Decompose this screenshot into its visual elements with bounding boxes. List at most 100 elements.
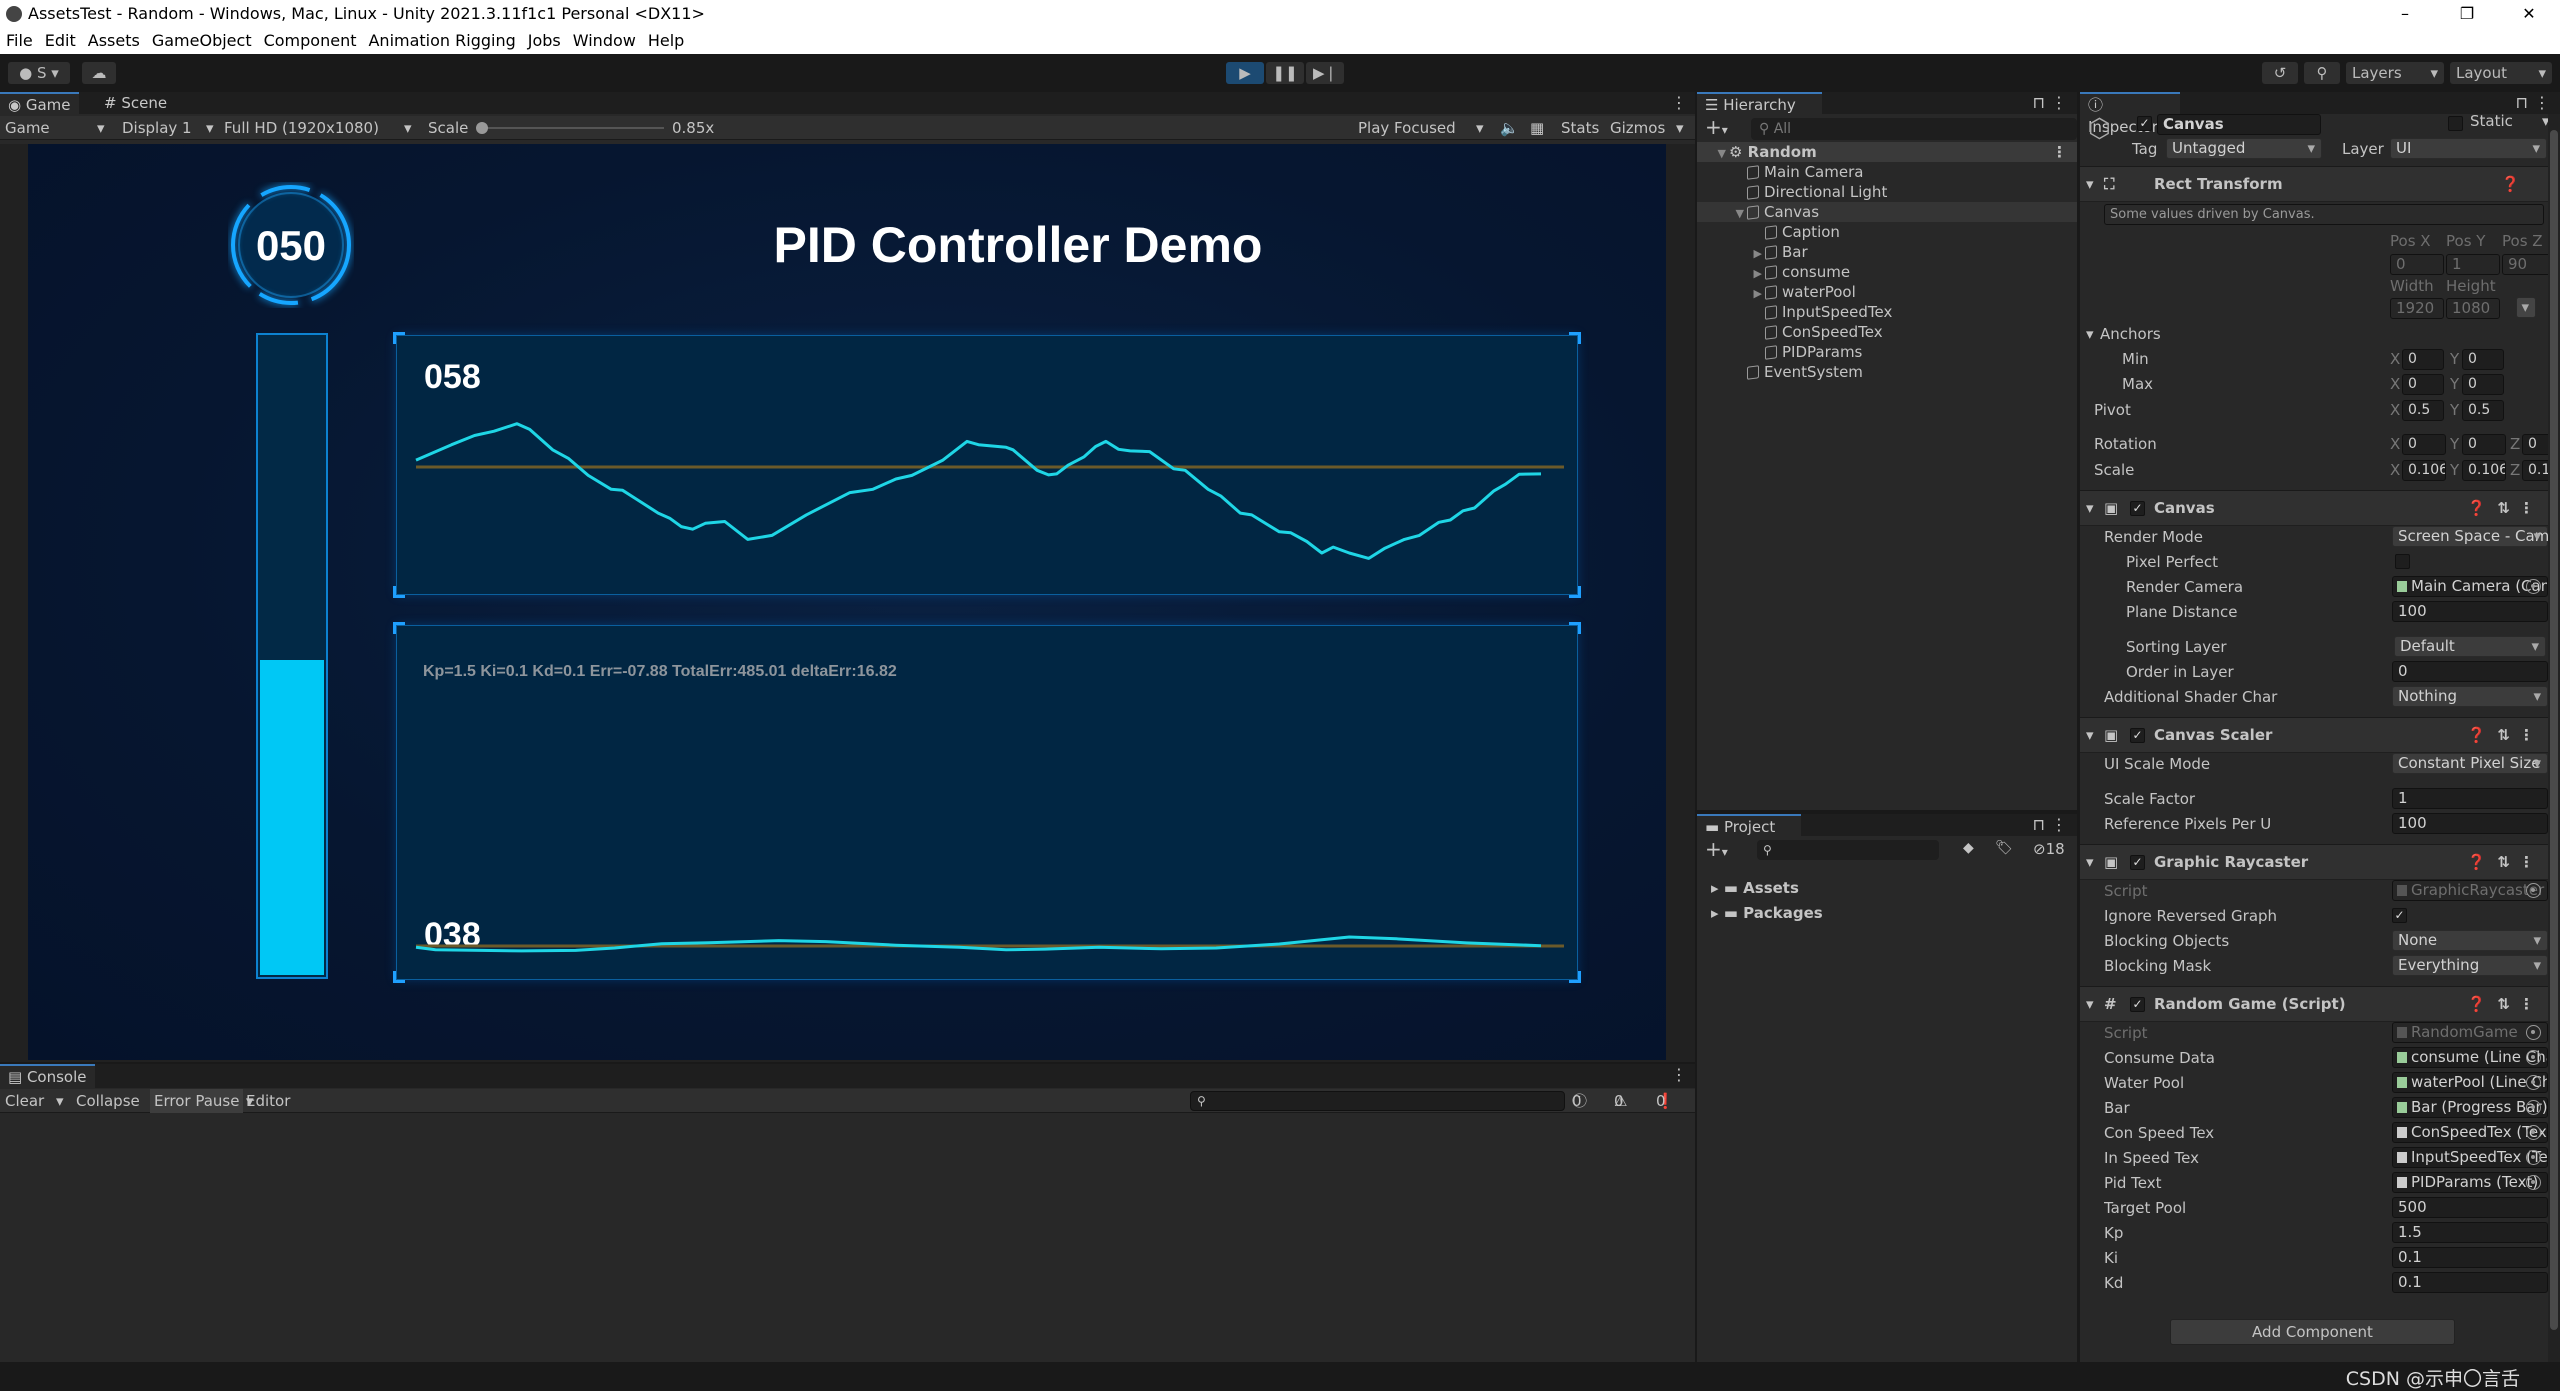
- object-picker-icon[interactable]: [2526, 1050, 2541, 1065]
- filter-by-type-icon[interactable]: ◆: [1963, 840, 1974, 856]
- tab-hierarchy[interactable]: ☰ Hierarchy: [1697, 92, 1822, 114]
- scale-field[interactable]: 0.10691: [2402, 460, 2446, 481]
- expand-arrow-icon[interactable]: ▶: [1697, 264, 1765, 284]
- collapse-button[interactable]: Collapse: [76, 1089, 140, 1113]
- cloud-button[interactable]: ☁: [82, 62, 116, 84]
- hidden-packages-toggle[interactable]: ⊘18: [2033, 840, 2065, 858]
- object-picker-icon[interactable]: [2526, 579, 2541, 594]
- max-field[interactable]: 0: [2462, 374, 2504, 395]
- max-field[interactable]: 0: [2402, 374, 2444, 395]
- menu-jobs[interactable]: Jobs: [528, 31, 561, 50]
- menu-file[interactable]: File: [6, 31, 33, 50]
- more-options-icon[interactable]: ⋮: [1671, 92, 1687, 114]
- pivot-field[interactable]: 0.5: [2462, 400, 2504, 421]
- create-asset-button[interactable]: +▾: [1705, 838, 1728, 863]
- object-picker-icon[interactable]: [2526, 1100, 2541, 1115]
- object-field[interactable]: waterPool (Line Chart): [2392, 1072, 2548, 1093]
- project-folder-assets[interactable]: ▸ ▬ Assets: [1697, 878, 2077, 898]
- tab-game[interactable]: ◉ Game: [0, 92, 79, 114]
- presets-icon[interactable]: ⇅: [2497, 499, 2510, 517]
- value-input[interactable]: 1.5: [2392, 1222, 2548, 1243]
- add-component-button[interactable]: Add Component: [2170, 1319, 2455, 1345]
- lock-icon[interactable]: ⊓: [2516, 92, 2528, 114]
- dropdown-field[interactable]: Everything: [2392, 955, 2548, 976]
- tab-scene[interactable]: # Scene: [96, 92, 175, 114]
- object-name-input[interactable]: Canvas: [2157, 114, 2321, 135]
- rect-transform-header[interactable]: ▾ ⛶ Rect Transform ❓: [2080, 166, 2548, 202]
- hierarchy-item[interactable]: ConSpeedTex: [1697, 322, 2077, 342]
- dropdown-field[interactable]: Default: [2394, 636, 2546, 657]
- rotation-field[interactable]: 0: [2402, 434, 2446, 455]
- gizmos-dropdown-icon[interactable]: ▾: [1676, 116, 1684, 140]
- presets-icon[interactable]: ⇅: [2497, 853, 2510, 871]
- layer-dropdown[interactable]: UI: [2390, 138, 2547, 159]
- play-button[interactable]: ▶: [1226, 62, 1264, 84]
- expand-arrow-icon[interactable]: ▼: [1697, 204, 1747, 224]
- value-input[interactable]: 1: [2392, 788, 2548, 809]
- object-picker-icon[interactable]: [2526, 1175, 2541, 1190]
- layout-dropdown[interactable]: Layout ▾: [2450, 62, 2552, 84]
- object-field[interactable]: Main Camera (Camera): [2392, 576, 2548, 597]
- value-input[interactable]: 100: [2392, 601, 2548, 622]
- hierarchy-item[interactable]: ▼ Canvas: [1697, 202, 2077, 222]
- canvas-scalerheader[interactable]: ▾ ▣ ✓ Canvas Scaler ❓ ⇅ ⋮: [2080, 717, 2548, 753]
- menu-help[interactable]: Help: [648, 31, 684, 50]
- stats-button[interactable]: Stats: [1561, 116, 1599, 140]
- enabled-checkbox[interactable]: ✓: [2130, 997, 2145, 1012]
- hierarchy-item[interactable]: ▶ consume: [1697, 262, 2077, 282]
- help-icon[interactable]: ❓: [2467, 499, 2486, 517]
- layers-dropdown[interactable]: Layers ▾: [2346, 62, 2444, 84]
- pivot-field[interactable]: 0.5: [2402, 400, 2444, 421]
- object-picker-icon[interactable]: [2526, 1025, 2541, 1040]
- presets-icon[interactable]: ⇅: [2497, 726, 2510, 744]
- object-picker-icon[interactable]: [2526, 1125, 2541, 1140]
- value-input[interactable]: 0.1: [2392, 1272, 2548, 1293]
- filter-by-label-icon[interactable]: 🏷: [1995, 840, 2013, 856]
- step-button[interactable]: ▶❘: [1306, 62, 1344, 84]
- close-button[interactable]: ✕: [2498, 0, 2560, 27]
- value-input[interactable]: 500: [2392, 1197, 2548, 1218]
- value-input[interactable]: 0.1: [2392, 1247, 2548, 1268]
- hierarchy-item[interactable]: Caption: [1697, 222, 2077, 242]
- mute-audio-icon[interactable]: 🔈: [1500, 116, 1519, 140]
- menu-edit[interactable]: Edit: [45, 31, 76, 50]
- graphic-raycasterheader[interactable]: ▾ ▣ ✓ Graphic Raycaster ❓ ⇅ ⋮: [2080, 844, 2548, 880]
- hierarchy-item[interactable]: Main Camera: [1697, 162, 2077, 182]
- more-options-icon[interactable]: ⋮: [2519, 995, 2534, 1013]
- editor-dropdown[interactable]: Editor ▾: [246, 1089, 290, 1113]
- object-field[interactable]: InputSpeedTex (Text): [2392, 1147, 2548, 1168]
- hierarchy-search-input[interactable]: ⚲ All: [1751, 118, 2077, 140]
- lock-icon[interactable]: ⊓: [2033, 814, 2045, 836]
- value-input[interactable]: 0: [2392, 661, 2548, 682]
- tag-dropdown[interactable]: Untagged: [2166, 138, 2322, 159]
- min-field[interactable]: 0: [2402, 349, 2444, 370]
- collapse-arrow-icon[interactable]: ▾: [2086, 726, 2094, 744]
- hierarchy-item[interactable]: Directional Light: [1697, 182, 2077, 202]
- static-checkbox[interactable]: [2448, 116, 2463, 131]
- lock-icon[interactable]: ⊓: [2033, 92, 2045, 114]
- account-button[interactable]: ● S ▾: [8, 62, 70, 84]
- object-picker-icon[interactable]: [2526, 883, 2541, 898]
- scale-slider-handle[interactable]: [476, 122, 488, 134]
- minimize-button[interactable]: –: [2374, 0, 2436, 27]
- create-button[interactable]: +▾: [1705, 116, 1728, 141]
- pause-button[interactable]: ❚❚: [1266, 62, 1304, 84]
- object-picker-icon[interactable]: [2526, 1075, 2541, 1090]
- menu-animation-rigging[interactable]: Animation Rigging: [368, 31, 515, 50]
- tab-project[interactable]: ▬ Project: [1697, 814, 1801, 836]
- stats-grid-icon[interactable]: ▦: [1530, 116, 1544, 140]
- menu-window[interactable]: Window: [573, 31, 636, 50]
- collapse-arrow-icon[interactable]: ▾: [2086, 995, 2094, 1013]
- hierarchy-item[interactable]: ▶ Bar: [1697, 242, 2077, 262]
- help-icon[interactable]: ❓: [2467, 853, 2486, 871]
- help-icon[interactable]: ❓: [2467, 995, 2486, 1013]
- console-search-input[interactable]: ⚲: [1190, 1091, 1565, 1111]
- object-field[interactable]: Bar (Progress Bar): [2392, 1097, 2548, 1118]
- gizmos-button[interactable]: Gizmos: [1610, 116, 1665, 140]
- clear-options-dropdown-icon[interactable]: ▾: [56, 1089, 64, 1113]
- more-options-icon[interactable]: ⋮: [2052, 142, 2067, 162]
- more-options-icon[interactable]: ⋮: [2051, 92, 2067, 114]
- hierarchy-item[interactable]: ▼ ⚙ Random ⋮: [1697, 142, 2077, 162]
- dropdown-field[interactable]: Nothing: [2392, 686, 2548, 707]
- more-options-icon[interactable]: ⋮: [2051, 814, 2067, 836]
